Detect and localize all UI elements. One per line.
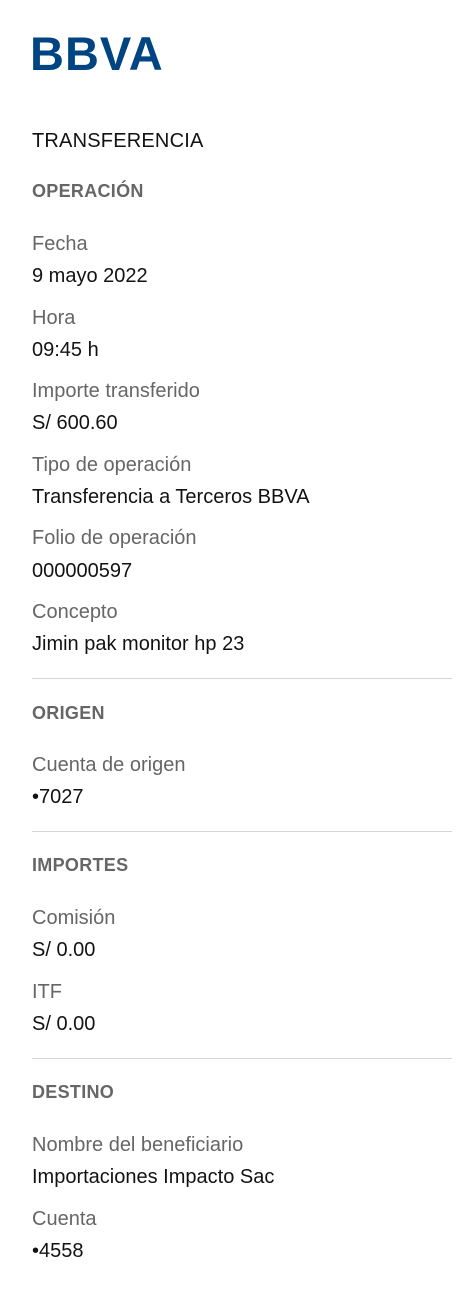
bbva-logo-text: BBVA xyxy=(30,27,164,80)
section-title-destino: DESTINO xyxy=(32,1082,115,1102)
beneficiario-value: Importaciones Impacto Sac xyxy=(32,1166,275,1188)
divider xyxy=(32,1058,452,1059)
hora-value: 09:45 h xyxy=(32,339,99,361)
fecha-value: 9 mayo 2022 xyxy=(32,265,148,287)
section-title-origen: ORIGEN xyxy=(32,703,105,723)
importe-value: S/ 600.60 xyxy=(32,412,118,434)
fecha-label: Fecha xyxy=(32,233,88,255)
comision-label: Comisión xyxy=(32,907,116,929)
tipo-operacion-value: Transferencia a Terceros BBVA xyxy=(32,486,310,508)
tipo-operacion-label: Tipo de operación xyxy=(32,454,192,476)
bbva-logo: BBVA xyxy=(30,30,176,78)
cuenta-destino-value: •4558 xyxy=(32,1240,84,1262)
folio-label: Folio de operación xyxy=(32,527,197,549)
folio-value: 000000597 xyxy=(32,560,133,582)
comision-value: S/ 0.00 xyxy=(32,939,96,961)
concepto-value: Jimin pak monitor hp 23 xyxy=(32,633,245,655)
cuenta-destino-label: Cuenta xyxy=(32,1208,97,1230)
section-title-importes: IMPORTES xyxy=(32,855,129,875)
itf-value: S/ 0.00 xyxy=(32,1013,96,1035)
beneficiario-label: Nombre del beneficiario xyxy=(32,1134,244,1156)
cuenta-origen-label: Cuenta de origen xyxy=(32,754,186,776)
importe-label: Importe transferido xyxy=(32,380,200,402)
section-title-operacion: OPERACIÓN xyxy=(32,181,144,201)
divider xyxy=(32,831,452,832)
hora-label: Hora xyxy=(32,307,76,329)
page-title: TRANSFERENCIA xyxy=(32,130,204,152)
concepto-label: Concepto xyxy=(32,601,118,623)
cuenta-origen-value: •7027 xyxy=(32,786,84,808)
itf-label: ITF xyxy=(32,981,62,1003)
divider xyxy=(32,678,452,679)
